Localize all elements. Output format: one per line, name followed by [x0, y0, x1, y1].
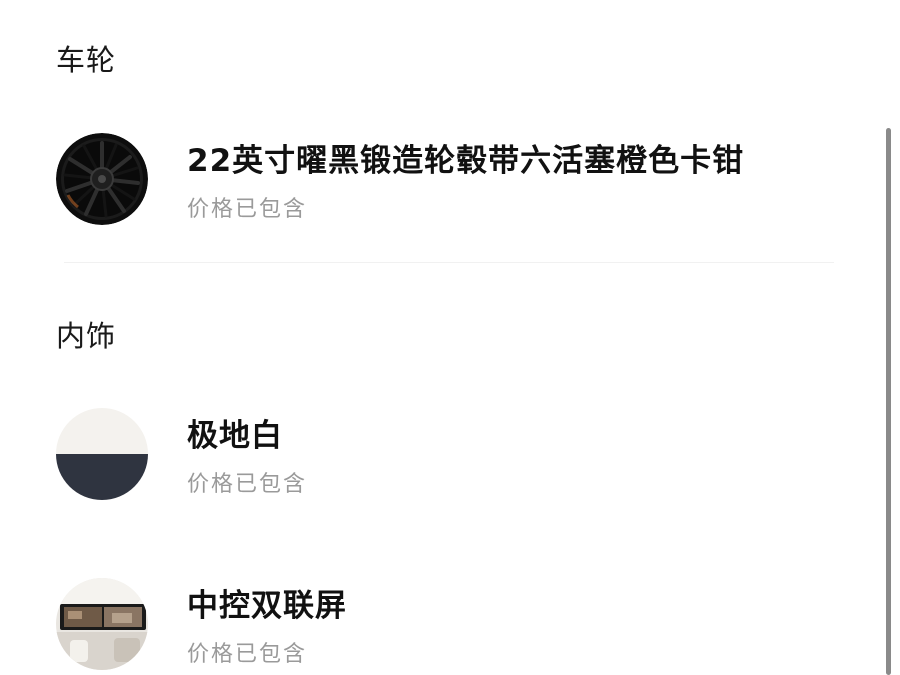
- option-name: 极地白: [187, 418, 283, 454]
- dual-screen-icon: [56, 578, 148, 670]
- option-name: 中控双联屏: [187, 588, 347, 624]
- scrollbar[interactable]: [886, 128, 892, 675]
- dual-screen-thumbnail: [56, 578, 148, 670]
- option-interior-color[interactable]: 极地白 价格已包含: [56, 408, 856, 518]
- options-page: 车轮 22英寸曜黑锻造轮毂带六活塞橙色卡钳 价格已包含 内饰 极地白 价格已包含…: [0, 0, 900, 675]
- wheel-thumbnail: [56, 133, 148, 225]
- scrollbar-thumb[interactable]: [886, 128, 891, 675]
- wheel-icon: [56, 133, 148, 225]
- option-price-note: 价格已包含: [187, 197, 308, 222]
- option-price-note: 价格已包含: [187, 472, 308, 497]
- option-name: 22英寸曜黑锻造轮毂带六活塞橙色卡钳: [187, 143, 745, 179]
- option-dual-screen[interactable]: 中控双联屏 价格已包含: [56, 578, 856, 675]
- option-wheel[interactable]: 22英寸曜黑锻造轮毂带六活塞橙色卡钳 价格已包含: [56, 133, 856, 243]
- section-title-wheels: 车轮: [56, 43, 117, 77]
- color-swatch-icon: [56, 408, 148, 500]
- option-price-note: 价格已包含: [187, 642, 308, 667]
- section-divider: [64, 262, 834, 263]
- section-title-interior: 内饰: [56, 319, 117, 353]
- interior-color-swatch: [56, 408, 148, 500]
